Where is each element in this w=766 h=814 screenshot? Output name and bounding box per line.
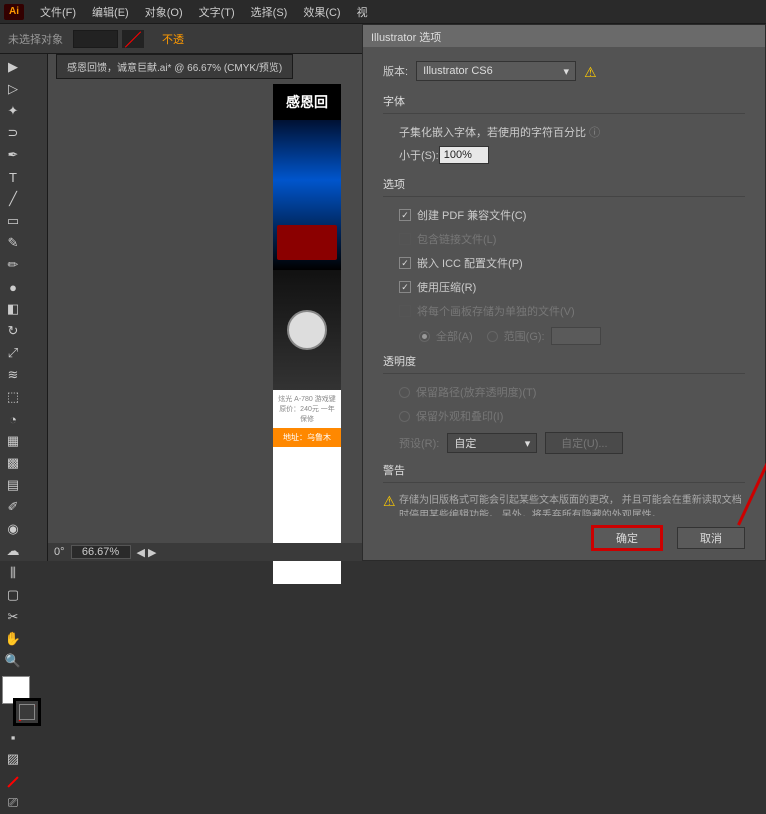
- ad-small-text: 炫光 A-780 游戏键 原价：240元 一年保修: [273, 390, 341, 428]
- perspective-tool[interactable]: ▦: [2, 430, 24, 452]
- direct-select-tool[interactable]: ▷: [2, 78, 24, 100]
- transparency-section-title: 透明度: [383, 353, 745, 369]
- hand-tool[interactable]: ✋: [2, 628, 24, 650]
- cancel-button[interactable]: 取消: [677, 527, 745, 549]
- icc-label: 嵌入 ICC 配置文件(P): [417, 255, 523, 271]
- link-checkbox: [399, 233, 411, 245]
- fonts-desc: 子集化嵌入字体，若使用的字符百分比: [399, 127, 586, 139]
- preset-label: 预设(R):: [399, 435, 439, 451]
- warning-icon: ⚠: [584, 64, 598, 78]
- ad-image-1: [273, 120, 341, 270]
- warning-icon: ⚠: [383, 493, 396, 509]
- version-select[interactable]: Illustrator CS6▾: [416, 61, 576, 81]
- info-icon: ⓘ: [589, 127, 600, 139]
- pencil-tool[interactable]: ✏: [2, 254, 24, 276]
- eyedropper-tool[interactable]: ✐: [2, 496, 24, 518]
- app-logo: Ai: [4, 4, 24, 20]
- free-transform-tool[interactable]: ⬚: [2, 386, 24, 408]
- menu-edit[interactable]: 编辑(E): [84, 4, 137, 20]
- chevron-down-icon: ▾: [564, 65, 570, 78]
- keep-paths-radio: [399, 387, 410, 398]
- blob-tool[interactable]: ●: [2, 276, 24, 298]
- fonts-less-label: 小于(S):: [399, 147, 439, 163]
- stroke-swatch[interactable]: [122, 30, 144, 48]
- range-input: [551, 327, 601, 345]
- gradient-tool[interactable]: ▤: [2, 474, 24, 496]
- ad-image-2: [273, 270, 341, 390]
- selection-status: 未选择对象: [8, 31, 63, 47]
- compress-checkbox[interactable]: ✓: [399, 281, 411, 293]
- ad-footer: 地址：乌鲁木: [273, 428, 341, 447]
- status-label: 0°: [54, 546, 65, 558]
- scale-tool[interactable]: ⤢: [2, 342, 24, 364]
- artboard-tool[interactable]: ▢: [2, 584, 24, 606]
- fill-stroke-control[interactable]: [2, 676, 45, 726]
- menu-effect[interactable]: 效果(C): [295, 4, 348, 20]
- menu-type[interactable]: 文字(T): [191, 4, 243, 20]
- eraser-tool[interactable]: ◧: [2, 298, 24, 320]
- zoom-field[interactable]: 66.67%: [71, 545, 131, 559]
- all-label: 全部(A): [436, 328, 473, 344]
- range-label: 范围(G):: [504, 328, 545, 344]
- fonts-percent-input[interactable]: [439, 146, 489, 164]
- fill-field[interactable]: [73, 30, 118, 48]
- range-radio: [487, 331, 498, 342]
- shape-builder-tool[interactable]: ◔: [2, 408, 24, 430]
- artboard-checkbox: [399, 305, 411, 317]
- custom-preset-button: 自定(U)...: [545, 432, 623, 454]
- version-label: 版本:: [383, 63, 408, 79]
- rect-tool[interactable]: ▭: [2, 210, 24, 232]
- menu-select[interactable]: 选择(S): [243, 4, 296, 20]
- mesh-tool[interactable]: ▩: [2, 452, 24, 474]
- fonts-section-title: 字体: [383, 93, 745, 109]
- line-tool[interactable]: ╱: [2, 188, 24, 210]
- screen-mode[interactable]: ⎚: [2, 792, 24, 814]
- keep-appear-radio: [399, 411, 410, 422]
- blend-tool[interactable]: ◉: [2, 518, 24, 540]
- compress-label: 使用压缩(R): [417, 279, 476, 295]
- zoom-tool[interactable]: 🔍: [2, 650, 24, 672]
- toolbox: ▶ ▷ ✦ ⊃ ✒ T ╱ ▭ ✎ ✏ ● ◧ ↻ ⤢ ≋ ⬚ ◔ ▦ ▩ ▤ …: [0, 54, 48, 561]
- keep-appear-label: 保留外观和叠印(I): [416, 408, 503, 424]
- pdf-checkbox[interactable]: ✓: [399, 209, 411, 221]
- all-radio: [419, 331, 430, 342]
- pen-tool[interactable]: ✒: [2, 144, 24, 166]
- dialog-title: Illustrator 选项: [363, 25, 765, 47]
- options-section-title: 选项: [383, 176, 745, 192]
- wand-tool[interactable]: ✦: [2, 100, 24, 122]
- warning-section-title: 警告: [383, 462, 745, 478]
- link-label: 包含链接文件(L): [417, 231, 496, 247]
- keep-paths-label: 保留路径(放弃透明度)(T): [416, 384, 536, 400]
- warning-text-1: 存储为旧版格式可能会引起某些文本版面的更改， 并且可能会在重新读取文档时停用某些…: [399, 493, 745, 516]
- icc-checkbox[interactable]: ✓: [399, 257, 411, 269]
- width-tool[interactable]: ≋: [2, 364, 24, 386]
- opacity-label: 不透: [162, 31, 184, 47]
- preset-select: 自定▾: [447, 433, 537, 453]
- lasso-tool[interactable]: ⊃: [2, 122, 24, 144]
- graph-tool[interactable]: ⫼: [2, 562, 24, 584]
- brush-tool[interactable]: ✎: [2, 232, 24, 254]
- menu-view[interactable]: 视: [349, 4, 376, 20]
- document-tab[interactable]: 感恩回馈，诚意巨献.ai* @ 66.67% (CMYK/预览): [56, 54, 293, 79]
- type-tool[interactable]: T: [2, 166, 24, 188]
- none-mode[interactable]: [2, 770, 24, 792]
- symbol-tool[interactable]: ☁: [2, 540, 24, 562]
- menu-file[interactable]: 文件(F): [32, 4, 84, 20]
- menu-object[interactable]: 对象(O): [137, 4, 191, 20]
- menu-bar: Ai 文件(F) 编辑(E) 对象(O) 文字(T) 选择(S) 效果(C) 视: [0, 0, 766, 24]
- gradient-mode[interactable]: ▨: [2, 748, 24, 770]
- ok-button[interactable]: 确定: [593, 527, 661, 549]
- nav-arrows[interactable]: ◀ ▶: [137, 546, 157, 559]
- selection-tool[interactable]: ▶: [2, 56, 24, 78]
- artboard-label: 将每个画板存储为单独的文件(V): [417, 303, 575, 319]
- ad-headline: 感恩回: [273, 84, 341, 120]
- slice-tool[interactable]: ✂: [2, 606, 24, 628]
- color-mode[interactable]: ▪: [2, 726, 24, 748]
- illustrator-options-dialog: Illustrator 选项 版本: Illustrator CS6▾ ⚠ 字体…: [362, 24, 766, 561]
- rotate-tool[interactable]: ↻: [2, 320, 24, 342]
- artboard: 感恩回 炫光 A-780 游戏键 原价：240元 一年保修 地址：乌鲁木: [273, 84, 341, 584]
- pdf-label: 创建 PDF 兼容文件(C): [417, 207, 526, 223]
